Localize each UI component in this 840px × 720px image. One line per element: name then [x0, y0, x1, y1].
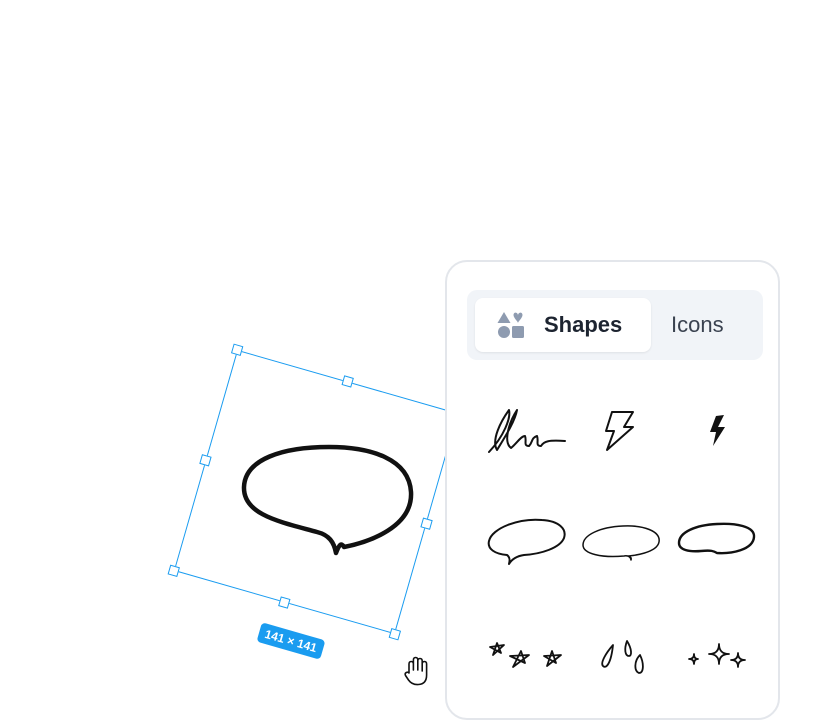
dimension-badge: 141 × 141	[256, 622, 326, 660]
shape-speech-bubble-oval[interactable]	[577, 505, 667, 575]
grab-hand-cursor-icon	[402, 654, 432, 693]
shapes-icon	[497, 311, 525, 339]
shape-lightning-bolt-outline[interactable]	[573, 396, 663, 466]
shape-sparkles[interactable]	[671, 623, 761, 693]
shape-speech-bubble-wide[interactable]	[671, 505, 761, 575]
panel-tab-bar: Shapes Icons	[467, 290, 763, 360]
resize-handle-bottom-left[interactable]	[167, 564, 180, 578]
resize-handle-bottom-right[interactable]	[388, 628, 402, 641]
speech-bubble-shape	[241, 444, 414, 556]
asset-panel: Shapes Icons	[445, 260, 780, 720]
tab-icons[interactable]: Icons	[671, 298, 724, 352]
resize-handle-bottom[interactable]	[278, 596, 291, 609]
shape-scribble-signature[interactable]	[479, 396, 569, 466]
selected-speech-bubble[interactable]	[167, 343, 465, 641]
shape-drops[interactable]	[573, 623, 663, 693]
shape-speech-bubble-left-tail[interactable]	[479, 505, 569, 575]
shape-stars-scribble[interactable]	[479, 623, 569, 693]
shape-lightning-bolt-filled[interactable]	[671, 396, 761, 466]
tab-shapes-label: Shapes	[544, 312, 623, 337]
tab-icons-label: Icons	[671, 312, 724, 337]
tab-shapes[interactable]: Shapes	[475, 298, 651, 352]
